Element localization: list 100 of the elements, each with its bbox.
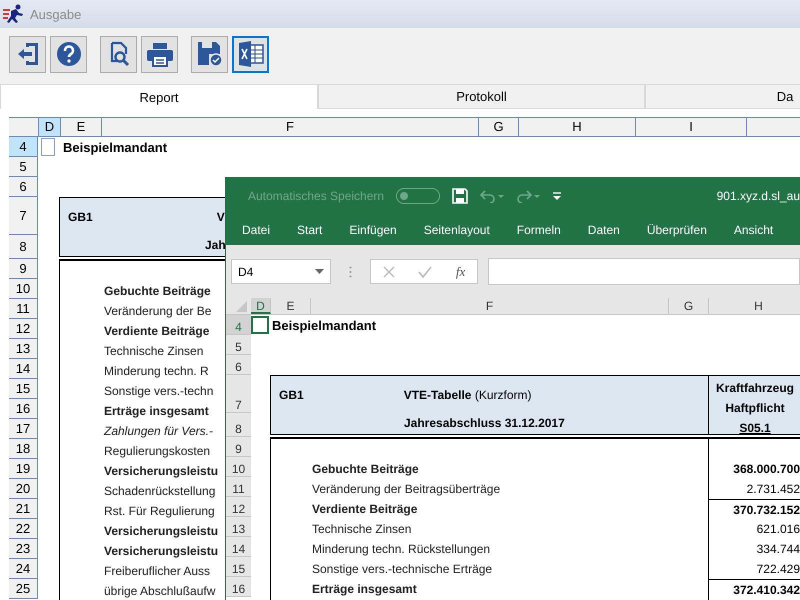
row-header[interactable]: 4 — [226, 315, 251, 335]
tab[interactable]: Protokoll — [318, 84, 645, 109]
row-header[interactable]: 15 — [226, 557, 251, 577]
row-label: Sonstige vers.-techn — [104, 384, 214, 398]
row-header[interactable]: 25 — [9, 579, 38, 599]
row-header[interactable]: 5 — [9, 157, 38, 177]
company-name: Beispielmandant — [272, 318, 376, 332]
save-icon[interactable] — [452, 188, 468, 204]
row-header[interactable]: 6 — [226, 355, 251, 375]
column-header[interactable]: F — [102, 118, 479, 136]
row-label: Zahlungen für Vers.- — [104, 424, 213, 438]
row-header[interactable]: 18 — [9, 439, 38, 459]
row-header[interactable]: 8 — [9, 235, 38, 259]
column-header[interactable]: H — [709, 298, 800, 314]
row-header[interactable]: 11 — [226, 477, 251, 497]
ribbon-tab[interactable]: Formeln — [516, 223, 561, 237]
excel-button[interactable] — [232, 36, 269, 72]
ribbon-tab[interactable]: Einfügen — [349, 223, 397, 237]
ribbon-tab[interactable]: Ansicht — [734, 223, 774, 237]
autosave-label: Automatisches Speichern — [248, 189, 384, 203]
row-header[interactable]: 20 — [9, 479, 38, 499]
row-header[interactable]: 13 — [9, 339, 38, 359]
file-name: 901.xyz.d.sl_au — [716, 189, 800, 203]
customize-icon[interactable] — [552, 191, 562, 201]
value-cell-text: 334.744 — [756, 541, 800, 558]
selected-cell[interactable] — [41, 138, 55, 156]
column-header[interactable]: E — [271, 298, 311, 314]
preview-button[interactable] — [100, 36, 137, 72]
row-header[interactable]: 9 — [226, 437, 251, 457]
row-header[interactable]: 7 — [226, 375, 251, 413]
row-header[interactable]: 7 — [9, 197, 38, 235]
row-header[interactable]: 14 — [9, 359, 38, 379]
exit-icon — [16, 41, 40, 67]
save-button[interactable] — [191, 36, 228, 72]
ribbon-tab[interactable]: Daten — [588, 223, 620, 237]
value-cell-text: 722.429 — [756, 561, 800, 578]
row-label: Minderung techn. R — [104, 364, 209, 378]
spreadsheet-icon — [238, 41, 264, 67]
row-header[interactable]: 16 — [226, 577, 251, 597]
row-label: Technische Zinsen — [311, 522, 412, 536]
ribbon-tab[interactable]: Start — [297, 223, 322, 237]
row-header[interactable]: 17 — [9, 419, 38, 439]
row-header[interactable]: 21 — [9, 499, 38, 519]
check-icon[interactable] — [418, 266, 432, 278]
row-label: Veränderung der Beitragsüberträge — [311, 482, 502, 496]
row-header[interactable]: 12 — [226, 497, 251, 517]
row-header[interactable]: 8 — [226, 413, 251, 437]
column-header[interactable]: D — [251, 298, 271, 314]
column-header[interactable]: G — [479, 118, 519, 136]
help-button[interactable] — [50, 36, 87, 72]
table-code: GB1 — [279, 388, 304, 402]
row-header[interactable]: 23 — [9, 539, 38, 559]
row-label: Sonstige vers.-technische Erträge — [311, 562, 494, 576]
ribbon-tab[interactable]: Überprüfen — [646, 223, 707, 237]
row-label: Gebuchte Beiträge — [104, 284, 211, 298]
row-header[interactable]: 22 — [9, 519, 38, 539]
table-title: VTE-Tabelle (Kurzform) — [404, 388, 532, 402]
value-cell-text: 621.016 — [756, 521, 800, 538]
column-header[interactable]: F — [311, 298, 669, 314]
print-button[interactable] — [141, 36, 178, 72]
help-icon — [56, 41, 82, 67]
row-header[interactable]: 10 — [226, 457, 251, 477]
row-header[interactable]: 4 — [9, 137, 38, 157]
function-button[interactable]: fx — [456, 264, 466, 280]
column-header[interactable]: G — [669, 298, 709, 314]
printer-icon — [146, 41, 174, 67]
table-subtitle: Jah — [205, 238, 226, 252]
column-header[interactable]: H — [519, 118, 636, 136]
row-header[interactable]: 10 — [9, 279, 38, 299]
value-cell: 370.732.152 — [708, 499, 800, 519]
row-header[interactable]: 13 — [226, 517, 251, 537]
row-header[interactable]: 15 — [9, 379, 38, 399]
ribbon-tab[interactable]: Datei — [242, 223, 270, 237]
logo-icon — [2, 4, 24, 24]
column-header[interactable]: I — [636, 118, 747, 136]
row-header[interactable]: 19 — [9, 459, 38, 479]
autosave-toggle[interactable] — [396, 188, 440, 204]
tab[interactable]: Da — [645, 84, 800, 109]
formula-field[interactable] — [488, 258, 800, 285]
row-header[interactable]: 9 — [9, 259, 38, 279]
row-label: Versicherungsleistu — [104, 524, 218, 538]
row-header[interactable]: 14 — [226, 537, 251, 557]
tab[interactable]: Report — [0, 84, 318, 109]
exit-button[interactable] — [9, 36, 46, 72]
value-cell: 372.410.342 — [708, 579, 800, 599]
row-header[interactable]: 24 — [9, 559, 38, 579]
ribbon-tab[interactable]: Seitenlayout — [424, 223, 490, 237]
selected-cell[interactable] — [251, 316, 269, 334]
row-header[interactable]: 16 — [9, 399, 38, 419]
row-header[interactable]: 12 — [9, 319, 38, 339]
row-label: übrige Abschlußaufw — [104, 584, 216, 598]
column-header[interactable]: D — [39, 118, 61, 136]
row-header[interactable]: 11 — [9, 299, 38, 319]
column-title: Haftpflicht — [725, 400, 785, 417]
row-header[interactable]: 5 — [226, 335, 251, 355]
row-label: Regulierungskosten — [104, 444, 210, 458]
row-header[interactable]: 6 — [9, 177, 38, 197]
name-box[interactable]: D4 — [231, 259, 331, 284]
column-header[interactable]: E — [61, 118, 102, 136]
table-code: GB1 — [68, 210, 93, 224]
